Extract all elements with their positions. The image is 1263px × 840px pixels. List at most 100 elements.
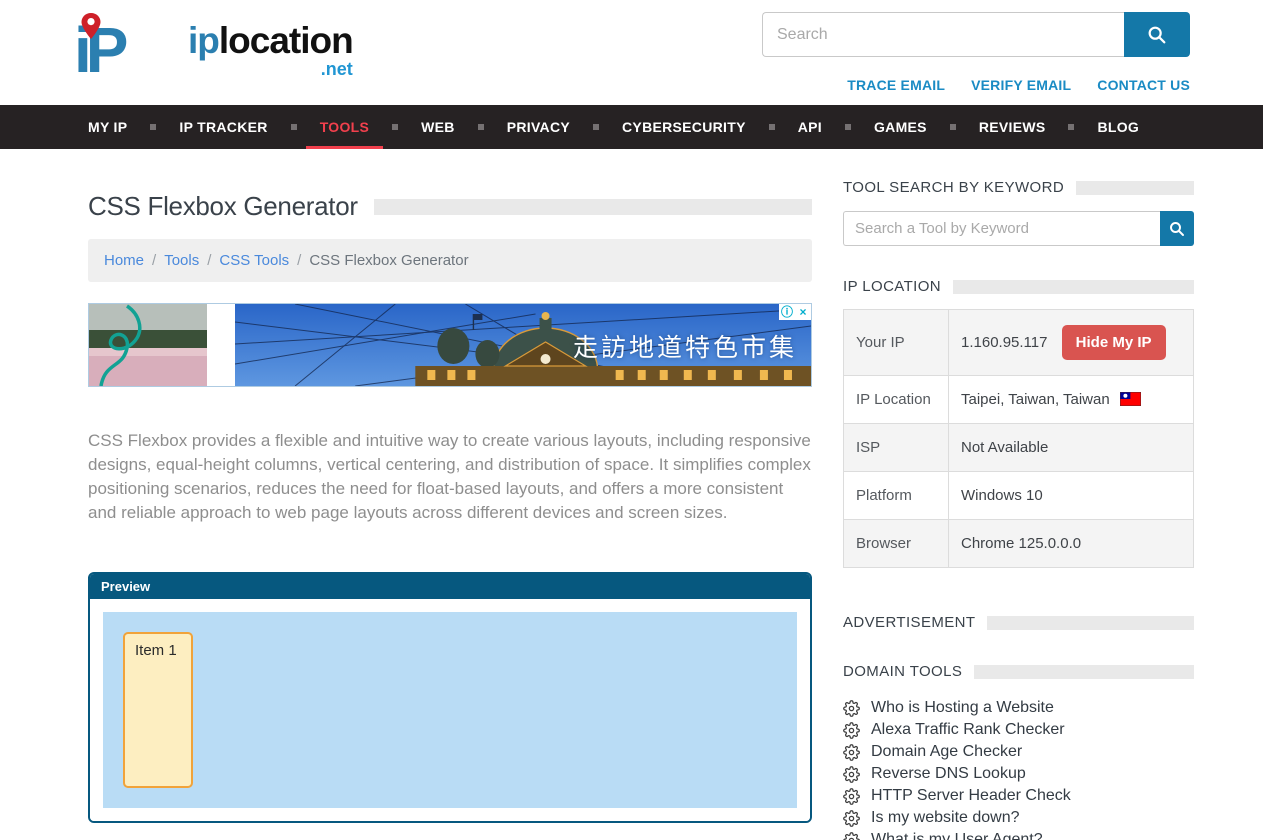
your-ip-value: 1.160.95.117: [961, 334, 1047, 351]
nav-item-api[interactable]: API: [784, 105, 836, 149]
row-label: ISP: [844, 424, 949, 472]
domain-tool-link[interactable]: Alexa Traffic Rank Checker: [871, 721, 1065, 739]
verify-email-link[interactable]: VERIFY EMAIL: [971, 77, 1071, 93]
search-icon: [1146, 24, 1168, 46]
domain-tool-link[interactable]: What is my User Agent?: [871, 831, 1043, 840]
title-decorative-bar: [374, 199, 812, 215]
ip-location-value: Taipei, Taiwan, Taiwan: [961, 391, 1110, 408]
ad-close-icon[interactable]: ×: [795, 304, 811, 320]
site-search-button[interactable]: [1124, 12, 1190, 57]
page-title: CSS Flexbox Generator: [88, 191, 358, 222]
breadcrumb-separator: /: [207, 252, 211, 269]
site-logo[interactable]: iP iplocation .net: [74, 6, 353, 90]
gear-icon: [843, 788, 860, 805]
tool-search-button[interactable]: [1160, 211, 1194, 246]
row-value: 1.160.95.117 Hide My IP: [949, 310, 1194, 376]
domain-tools-heading-text: DOMAIN TOOLS: [843, 663, 962, 680]
breadcrumb-tools[interactable]: Tools: [164, 252, 199, 269]
tool-search-input[interactable]: [843, 211, 1160, 246]
ip-location-heading: IP LOCATION: [843, 278, 1194, 295]
logo-tld: .net: [188, 60, 353, 78]
tool-search-heading-text: TOOL SEARCH BY KEYWORD: [843, 179, 1064, 196]
location-pin-icon: [80, 12, 102, 40]
list-item[interactable]: HTTP Server Header Check: [843, 785, 1194, 807]
domain-tool-link[interactable]: Is my website down?: [871, 809, 1020, 827]
tool-search: [843, 211, 1194, 246]
ad-image-right[interactable]: 走訪地道特色市集 ⓘ ×: [235, 304, 811, 386]
nav-separator: [941, 105, 965, 149]
gear-icon: [843, 722, 860, 739]
taiwan-flag-icon: [1120, 392, 1141, 406]
table-row: Platform Windows 10: [844, 472, 1194, 520]
nav-separator: [469, 105, 493, 149]
heading-decorative-bar: [1076, 181, 1194, 195]
ad-info-icon[interactable]: ⓘ: [779, 304, 795, 320]
row-label: Platform: [844, 472, 949, 520]
breadcrumb-css-tools[interactable]: CSS Tools: [219, 252, 289, 269]
nav-item-games[interactable]: GAMES: [860, 105, 941, 149]
gear-icon: [843, 832, 860, 840]
nav-item-cybersecurity[interactable]: CYBERSECURITY: [608, 105, 760, 149]
top-header: iP iplocation .net TRACE EMAIL VERIFY EM…: [0, 0, 1263, 105]
nav-item-my-ip[interactable]: MY IP: [74, 105, 141, 149]
nav-separator: [141, 105, 165, 149]
breadcrumb-home[interactable]: Home: [104, 252, 144, 269]
advertisement-heading: ADVERTISEMENT: [843, 614, 1194, 631]
nav-item-privacy[interactable]: PRIVACY: [493, 105, 584, 149]
flexbox-preview-item-1[interactable]: Item 1: [123, 632, 193, 788]
nav-separator: [584, 105, 608, 149]
table-row: IP Location Taipei, Taiwan, Taiwan: [844, 376, 1194, 424]
nav-item-ip-tracker[interactable]: IP TRACKER: [165, 105, 281, 149]
tool-search-heading: TOOL SEARCH BY KEYWORD: [843, 179, 1194, 196]
breadcrumb-separator: /: [152, 252, 156, 269]
list-item[interactable]: Who is Hosting a Website: [843, 697, 1194, 719]
list-item[interactable]: Is my website down?: [843, 807, 1194, 829]
row-value: Chrome 125.0.0.0: [949, 520, 1194, 568]
table-row: Your IP 1.160.95.117 Hide My IP: [844, 310, 1194, 376]
advertisement-heading-text: ADVERTISEMENT: [843, 614, 975, 631]
ad-image-left[interactable]: [89, 304, 207, 386]
preview-panel-body: Item 1: [90, 599, 810, 821]
nav-item-tools[interactable]: TOOLS: [306, 105, 383, 149]
list-item[interactable]: Domain Age Checker: [843, 741, 1194, 763]
row-label: Browser: [844, 520, 949, 568]
domain-tools-heading: DOMAIN TOOLS: [843, 663, 1194, 680]
header-links: TRACE EMAIL VERIFY EMAIL CONTACT US: [762, 77, 1190, 93]
gear-icon: [843, 744, 860, 761]
list-item[interactable]: Alexa Traffic Rank Checker: [843, 719, 1194, 741]
domain-tool-link[interactable]: Domain Age Checker: [871, 743, 1022, 761]
nav-item-reviews[interactable]: REVIEWS: [965, 105, 1060, 149]
search-icon: [1168, 220, 1186, 238]
trace-email-link[interactable]: TRACE EMAIL: [847, 77, 945, 93]
ad-banner[interactable]: 走訪地道特色市集 ⓘ ×: [88, 303, 812, 387]
list-item[interactable]: What is my User Agent?: [843, 829, 1194, 840]
list-item[interactable]: Reverse DNS Lookup: [843, 763, 1194, 785]
logo-word-location: location: [219, 20, 353, 61]
row-value: Taipei, Taiwan, Taiwan: [949, 376, 1194, 424]
breadcrumb: Home / Tools / CSS Tools / CSS Flexbox G…: [88, 239, 812, 282]
contact-us-link[interactable]: CONTACT US: [1097, 77, 1190, 93]
ad-gap: [207, 304, 235, 386]
site-search-input[interactable]: [762, 12, 1124, 57]
row-value: Not Available: [949, 424, 1194, 472]
site-search: [762, 12, 1190, 57]
logo-wordmark: iplocation .net: [188, 22, 353, 78]
gear-icon: [843, 700, 860, 717]
gear-icon: [843, 766, 860, 783]
main-nav: MY IP IP TRACKER TOOLS WEB PRIVACY CYBER…: [0, 105, 1263, 149]
domain-tool-link[interactable]: HTTP Server Header Check: [871, 787, 1071, 805]
ad-overlay-text: 走訪地道特色市集: [573, 328, 797, 364]
flexbox-preview-container: Item 1: [103, 612, 797, 808]
domain-tool-link[interactable]: Reverse DNS Lookup: [871, 765, 1026, 783]
tool-description: CSS Flexbox provides a flexible and intu…: [88, 429, 812, 526]
nav-separator: [1059, 105, 1083, 149]
preview-panel-header: Preview: [90, 574, 810, 599]
breadcrumb-separator: /: [297, 252, 301, 269]
row-value: Windows 10: [949, 472, 1194, 520]
domain-tool-link[interactable]: Who is Hosting a Website: [871, 699, 1054, 717]
nav-item-web[interactable]: WEB: [407, 105, 469, 149]
nav-item-blog[interactable]: BLOG: [1083, 105, 1153, 149]
logo-word-ip: ip: [188, 20, 219, 61]
heading-decorative-bar: [974, 665, 1194, 679]
hide-my-ip-button[interactable]: Hide My IP: [1062, 325, 1166, 360]
